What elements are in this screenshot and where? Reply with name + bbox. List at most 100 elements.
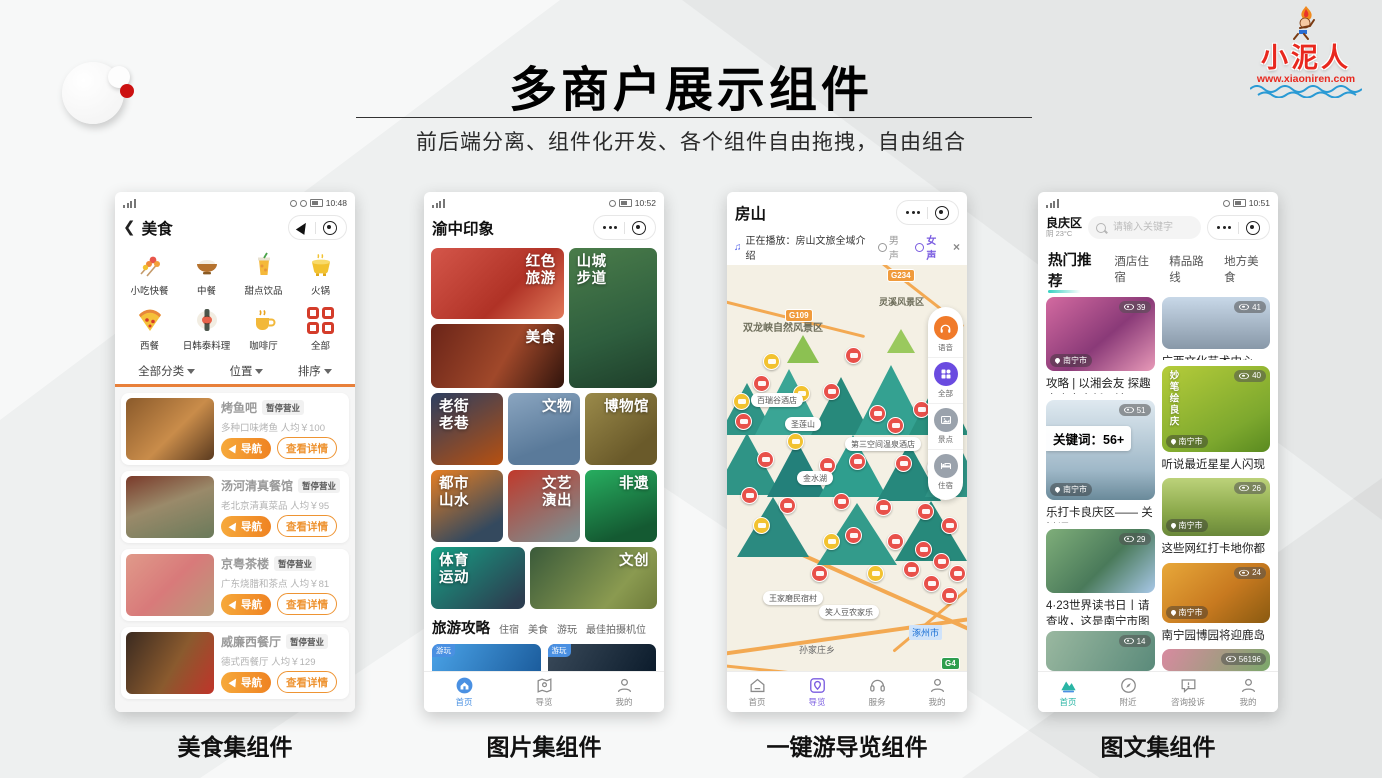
nav-complaints[interactable]: 咨询投诉	[1158, 676, 1218, 708]
scenic-pin[interactable]	[753, 517, 770, 534]
view-details-button[interactable]: 查看详情	[277, 593, 337, 615]
tab-local-food[interactable]: 地方美食	[1224, 253, 1268, 285]
tile-mountain-trails[interactable]: 山城步道	[569, 248, 657, 388]
category-cafe[interactable]: 咖啡厅	[235, 305, 292, 352]
scenic-pin[interactable]	[763, 353, 780, 370]
feed-card-caption[interactable]: 广西文化艺术中心	[1162, 355, 1271, 360]
feed-card-image[interactable]: 26 南宁市	[1162, 478, 1271, 536]
hotel-pin[interactable]	[757, 451, 774, 468]
feed-card-image[interactable]: 41	[1162, 297, 1271, 349]
nav-mine[interactable]: 我的	[907, 676, 967, 708]
hotel-pin[interactable]	[849, 453, 866, 470]
hotel-pin[interactable]	[923, 575, 940, 592]
all-layer-button[interactable]: 全部	[928, 358, 963, 404]
hotel-pin[interactable]	[941, 587, 958, 604]
hotel-pin[interactable]	[903, 561, 920, 578]
scenic-layer-button[interactable]: 景点	[928, 404, 963, 450]
hotel-pin[interactable]	[949, 565, 966, 582]
hotel-pin[interactable]	[917, 503, 934, 520]
scenic-pin[interactable]	[787, 433, 804, 450]
tile-old-streets[interactable]: 老街老巷	[431, 393, 503, 465]
hotel-pin[interactable]	[895, 455, 912, 472]
category-jkthai[interactable]: 日韩泰料理	[178, 305, 235, 352]
locate-arrow-icon[interactable]	[296, 220, 310, 235]
capsule-menu[interactable]	[1207, 215, 1270, 240]
search-input-wrap[interactable]	[1088, 216, 1201, 239]
hotel-pin[interactable]	[845, 347, 862, 364]
nav-mine[interactable]: 我的	[1218, 676, 1278, 708]
feed-card-image[interactable]: 24 南宁市	[1162, 563, 1271, 623]
feed-card-image[interactable]: 51 关键词：56+ 南宁市	[1046, 400, 1155, 500]
article-feed[interactable]: 39 南宁市 攻略 | 以湘会友 探趣良庆之夜新玩法！ 51 关键词：56+ 南…	[1038, 297, 1278, 671]
capsule-menu[interactable]	[593, 215, 656, 240]
feed-card-caption[interactable]: 攻略 | 以湘会友 探趣良庆之夜新玩法！	[1046, 377, 1155, 394]
navigate-button[interactable]: 导航	[221, 672, 271, 693]
category-chinese[interactable]: 中餐	[178, 250, 235, 297]
guide-tab-photo-spots[interactable]: 最佳拍摄机位	[586, 621, 646, 636]
tile-heritage[interactable]: 非遗	[585, 470, 657, 542]
guide-tab-food[interactable]: 美食	[528, 621, 548, 636]
nav-home[interactable]: 首页	[1038, 676, 1098, 708]
restaurant-card[interactable]: 汤河清真餐馆暂停营业 老北京清真菜品 人均￥95 导航 查看详情	[121, 471, 349, 543]
filter-sort[interactable]: 排序	[298, 363, 332, 379]
target-icon[interactable]	[935, 206, 949, 220]
hotel-pin[interactable]	[869, 405, 886, 422]
tile-cultural-creative[interactable]: 文创	[530, 547, 657, 609]
feed-card-image[interactable]: 56196	[1162, 649, 1271, 671]
nav-home[interactable]: 首页	[727, 676, 787, 708]
feed-card-caption[interactable]: 听说最近星星人闪现良庆！？原因竟然是……	[1162, 458, 1271, 472]
voice-layer-button[interactable]: 语音	[928, 312, 963, 358]
tile-relics[interactable]: 文物	[508, 393, 580, 465]
tile-art-shows[interactable]: 文艺演出	[508, 470, 580, 542]
guide-tab-stay[interactable]: 住宿	[499, 621, 519, 636]
hotel-pin[interactable]	[735, 413, 752, 430]
navigate-button[interactable]: 导航	[221, 594, 271, 615]
restaurant-list[interactable]: 烤鱼吧暂停营业 多种口味烤鱼 人均￥100 导航 查看详情 汤河清真餐馆暂停营业…	[115, 387, 355, 712]
hotel-pin[interactable]	[741, 487, 758, 504]
hotel-pin[interactable]	[753, 375, 770, 392]
filter-category[interactable]: 全部分类	[138, 363, 195, 379]
navigate-button[interactable]: 导航	[221, 516, 271, 537]
category-hotpot[interactable]: 火锅	[292, 250, 349, 297]
guide-tab-play[interactable]: 游玩	[557, 621, 577, 636]
nav-home[interactable]: 首页	[424, 676, 504, 708]
scenic-pin[interactable]	[823, 533, 840, 550]
feed-card-caption[interactable]: 4·23世界读书日丨请查收，这是南宁市图书馆给你的…	[1046, 599, 1155, 625]
hotel-pin[interactable]	[823, 383, 840, 400]
filter-location[interactable]: 位置	[229, 363, 263, 379]
feed-card-caption[interactable]: 这些网红打卡地你都去过吗？强荐方特哟~	[1162, 542, 1271, 556]
close-icon[interactable]: ×	[953, 240, 960, 254]
hotel-layer-button[interactable]: 住宿	[928, 450, 963, 495]
restaurant-card[interactable]: 京粤茶楼暂停营业 广东烧腊和茶点 人均￥81 导航 查看详情	[121, 549, 349, 621]
category-drinks[interactable]: 甜点饮品	[235, 250, 292, 297]
map-poi-pill[interactable]: 笑人豆农家乐	[819, 605, 879, 619]
feed-card-image[interactable]: 14	[1046, 631, 1155, 671]
view-details-button[interactable]: 查看详情	[277, 671, 337, 693]
capsule-menu[interactable]	[288, 215, 347, 240]
hotel-pin[interactable]	[833, 493, 850, 510]
hotel-pin[interactable]	[941, 517, 958, 534]
more-icon[interactable]	[603, 226, 617, 229]
hotel-pin[interactable]	[915, 541, 932, 558]
target-icon[interactable]	[323, 221, 337, 235]
category-western[interactable]: 西餐	[121, 305, 178, 352]
district-weather[interactable]: 良庆区 阴 23°C	[1046, 217, 1082, 237]
tab-hotels[interactable]: 酒店住宿	[1114, 253, 1158, 285]
restaurant-card[interactable]: 威廉西餐厅暂停营业 德式西餐厅 人均￥129 导航 查看详情	[121, 627, 349, 699]
capsule-menu[interactable]	[896, 200, 959, 225]
tour-map[interactable]: 双龙峡自然风景区 灵溪风景区 G109 G234 G4 百瑞谷酒店 圣莲山 第三…	[727, 265, 967, 671]
map-poi-pill[interactable]: 王家磨民宿村	[763, 591, 823, 605]
more-icon[interactable]	[1217, 226, 1231, 229]
navigate-button[interactable]: 导航	[221, 438, 271, 459]
back-chevron-icon[interactable]: ❮	[123, 220, 136, 235]
target-icon[interactable]	[632, 221, 646, 235]
map-poi-pill[interactable]: 百瑞谷酒店	[751, 393, 803, 407]
category-all[interactable]: 全部	[292, 305, 349, 352]
tile-food[interactable]: 美食	[431, 324, 564, 388]
more-icon[interactable]	[906, 211, 920, 214]
nav-service[interactable]: 服务	[847, 676, 907, 708]
male-voice-toggle[interactable]: 男声	[878, 232, 909, 262]
tile-sports[interactable]: 体育运动	[431, 547, 525, 609]
tab-routes[interactable]: 精品路线	[1169, 253, 1213, 285]
hotel-pin[interactable]	[811, 565, 828, 582]
